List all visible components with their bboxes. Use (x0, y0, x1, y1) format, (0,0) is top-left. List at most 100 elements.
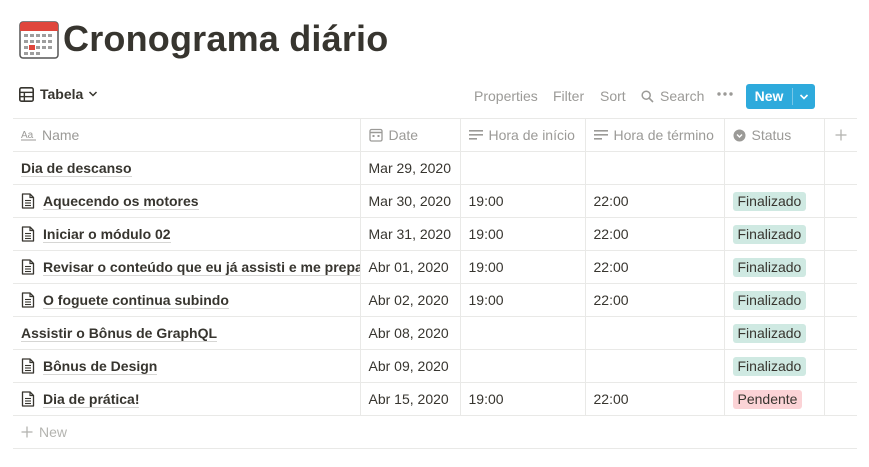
start-time-cell[interactable]: 19:00 (459, 283, 585, 317)
text-property-icon: Aa (21, 130, 36, 141)
page-icon (21, 226, 35, 242)
empty-cell (823, 184, 857, 218)
table-header-row: Aa Name Date Hora de início Hora de térm… (13, 118, 857, 152)
start-time-value: 19:00 (468, 391, 504, 407)
table-row[interactable]: Aquecendo os motores Mar 30, 2020 19:00 22:… (13, 184, 857, 218)
new-button[interactable]: New (746, 84, 815, 109)
start-time-cell[interactable]: 19:00 (459, 217, 585, 251)
date-cell[interactable]: Mar 31, 2020 (359, 217, 460, 251)
column-header-status[interactable]: Status (723, 118, 824, 152)
start-time-cell[interactable]: 19:00 (459, 382, 585, 416)
row-title[interactable]: Revisar o conteúdo que eu já assisti e m… (43, 259, 360, 276)
chevron-down-icon (89, 91, 98, 97)
row-title[interactable]: Dia de descanso (21, 160, 132, 177)
name-cell[interactable]: Bônus de Design (13, 349, 360, 383)
date-cell[interactable]: Abr 15, 2020 (359, 382, 460, 416)
status-cell[interactable]: Finalizado (723, 349, 824, 383)
start-time-cell[interactable]: 19:00 (459, 250, 585, 284)
table-row[interactable]: Dia de prática! Abr 15, 2020 19:00 22:00 Pen… (13, 382, 857, 416)
add-row-label: New (39, 424, 68, 440)
start-time-cell[interactable] (459, 316, 585, 350)
name-cell[interactable]: Dia de descanso (13, 151, 360, 185)
date-cell[interactable]: Abr 09, 2020 (359, 349, 460, 383)
new-dropdown-toggle[interactable] (793, 84, 815, 109)
status-cell[interactable]: Finalizado (723, 316, 824, 350)
start-time-cell[interactable] (459, 151, 585, 185)
table-row[interactable]: Revisar o conteúdo que eu já assisti e m… (13, 250, 857, 284)
column-header-date[interactable]: Date (359, 118, 460, 152)
sort-button[interactable]: Sort (600, 88, 626, 104)
column-header-name[interactable]: Aa Name (13, 118, 360, 152)
start-time-value: 19:00 (468, 226, 504, 242)
row-title[interactable]: Aquecendo os motores (43, 193, 199, 210)
name-cell[interactable]: Iniciar o módulo 02 (13, 217, 360, 251)
status-cell[interactable]: Finalizado (723, 283, 824, 317)
end-time-value: 22:00 (593, 226, 629, 242)
name-cell[interactable]: Dia de prática! (13, 382, 360, 416)
table-row[interactable]: O foguete continua subindo Abr 02, 2020 19… (13, 283, 857, 317)
database-toolbar: Tabela Properties Filter Sort Search New (0, 82, 869, 110)
add-row-button[interactable]: New (13, 416, 857, 449)
page-header: Cronograma diário (19, 14, 388, 64)
search-icon (641, 89, 654, 103)
add-column-button[interactable] (823, 118, 857, 152)
svg-text:Aa: Aa (21, 130, 34, 141)
row-title[interactable]: Iniciar o módulo 02 (43, 226, 171, 243)
end-time-cell[interactable]: 22:00 (584, 217, 724, 251)
name-cell[interactable]: Aquecendo os motores (13, 184, 360, 218)
table-row[interactable]: Dia de descanso Mar 29, 2020 (13, 151, 857, 185)
date-cell[interactable]: Abr 01, 2020 (359, 250, 460, 284)
date-cell[interactable]: Mar 30, 2020 (359, 184, 460, 218)
filter-button[interactable]: Filter (553, 88, 584, 104)
end-time-cell[interactable]: 22:00 (584, 250, 724, 284)
properties-button[interactable]: Properties (474, 88, 538, 104)
name-cell[interactable]: Assistir o Bônus de GraphQL (13, 316, 360, 350)
row-title[interactable]: O foguete continua subindo (43, 292, 229, 309)
search-button[interactable]: Search (641, 88, 704, 104)
table-row[interactable]: Bônus de Design Abr 09, 2020 Finalizado (13, 349, 857, 383)
date-cell[interactable]: Mar 29, 2020 (359, 151, 460, 185)
status-badge: Finalizado (732, 290, 807, 310)
chevron-down-icon (799, 93, 809, 100)
end-time-cell[interactable]: 22:00 (584, 184, 724, 218)
lines-property-icon (468, 130, 483, 140)
column-label: Name (42, 127, 80, 143)
date-cell[interactable]: Abr 08, 2020 (359, 316, 460, 350)
status-cell[interactable]: Finalizado (723, 184, 824, 218)
more-options-icon[interactable] (716, 91, 734, 97)
table-row[interactable]: Assistir o Bônus de GraphQL Abr 08, 2020 F… (13, 316, 857, 350)
name-cell[interactable]: Revisar o conteúdo que eu já assisti e m… (13, 250, 360, 284)
row-title[interactable]: Dia de prática! (43, 391, 140, 408)
name-cell[interactable]: O foguete continua subindo (13, 283, 360, 317)
status-cell[interactable]: Finalizado (723, 217, 824, 251)
page-icon (21, 358, 35, 374)
end-time-cell[interactable] (584, 349, 724, 383)
status-cell[interactable]: Finalizado (723, 250, 824, 284)
end-time-cell[interactable]: 22:00 (584, 382, 724, 416)
empty-cell (823, 283, 857, 317)
start-time-value: 19:00 (468, 292, 504, 308)
status-badge: Pendente (732, 389, 803, 409)
search-label: Search (660, 88, 705, 104)
start-time-cell[interactable]: 19:00 (459, 184, 585, 218)
page-title[interactable]: Cronograma diário (63, 18, 388, 60)
column-header-start-time[interactable]: Hora de início (459, 118, 585, 152)
status-cell[interactable]: Pendente (723, 382, 824, 416)
date-cell[interactable]: Abr 02, 2020 (359, 283, 460, 317)
row-title[interactable]: Assistir o Bônus de GraphQL (21, 325, 218, 342)
row-title[interactable]: Bônus de Design (43, 358, 158, 375)
end-time-value: 22:00 (593, 391, 629, 407)
column-header-end-time[interactable]: Hora de término (584, 118, 724, 152)
select-property-icon (733, 129, 745, 141)
end-time-cell[interactable] (584, 316, 724, 350)
column-label: Date (388, 127, 419, 143)
status-cell[interactable] (723, 151, 824, 185)
status-badge: Finalizado (732, 191, 807, 211)
empty-cell (823, 217, 857, 251)
view-selector[interactable]: Tabela (19, 86, 98, 102)
start-time-cell[interactable] (459, 349, 585, 383)
end-time-cell[interactable] (584, 151, 724, 185)
end-time-cell[interactable]: 22:00 (584, 283, 724, 317)
table-icon (19, 86, 34, 102)
table-row[interactable]: Iniciar o módulo 02 Mar 31, 2020 19:00 22:0… (13, 217, 857, 251)
